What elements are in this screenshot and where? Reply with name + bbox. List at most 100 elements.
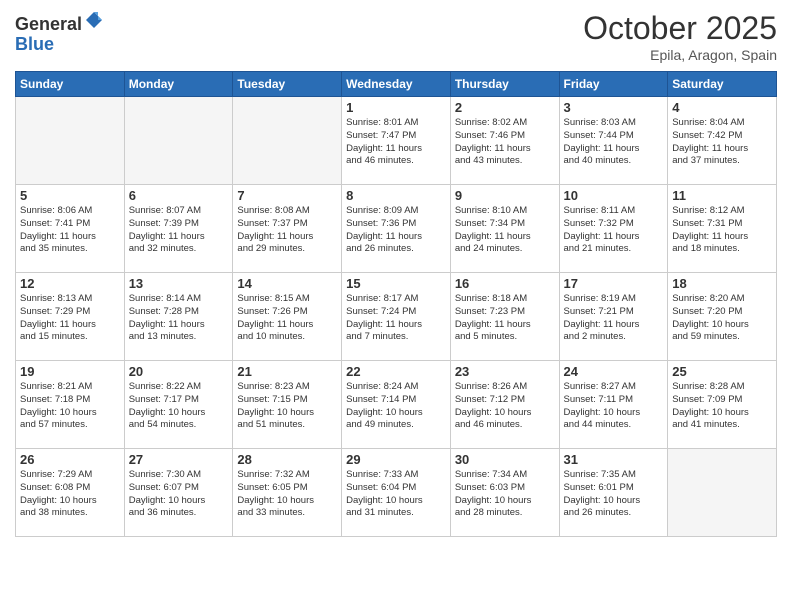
cell-0-5: 3 Sunrise: 8:03 AMSunset: 7:44 PMDaylight… <box>559 97 668 185</box>
day-number: 18 <box>672 276 772 291</box>
day-info: Sunrise: 8:22 AMSunset: 7:17 PMDaylight:… <box>129 381 229 432</box>
cell-1-6: 11 Sunrise: 8:12 AMSunset: 7:31 PMDayligh… <box>668 185 777 273</box>
day-number: 31 <box>564 452 664 467</box>
day-number: 14 <box>237 276 337 291</box>
logo-general-text: General <box>15 14 82 34</box>
cell-0-1 <box>124 97 233 185</box>
logo: General Blue <box>15 10 104 55</box>
cell-1-1: 6 Sunrise: 8:07 AMSunset: 7:39 PMDaylight… <box>124 185 233 273</box>
day-info: Sunrise: 8:21 AMSunset: 7:18 PMDaylight:… <box>20 381 120 432</box>
cell-2-1: 13 Sunrise: 8:14 AMSunset: 7:28 PMDayligh… <box>124 273 233 361</box>
day-number: 3 <box>564 100 664 115</box>
day-info: Sunrise: 8:18 AMSunset: 7:23 PMDaylight:… <box>455 293 555 344</box>
col-monday: Monday <box>124 72 233 97</box>
cell-4-0: 26 Sunrise: 7:29 AMSunset: 6:08 PMDayligh… <box>16 449 125 537</box>
day-number: 4 <box>672 100 772 115</box>
day-number: 8 <box>346 188 446 203</box>
cell-0-2 <box>233 97 342 185</box>
col-tuesday: Tuesday <box>233 72 342 97</box>
day-info: Sunrise: 8:12 AMSunset: 7:31 PMDaylight:… <box>672 205 772 256</box>
day-info: Sunrise: 8:09 AMSunset: 7:36 PMDaylight:… <box>346 205 446 256</box>
day-info: Sunrise: 8:01 AMSunset: 7:47 PMDaylight:… <box>346 117 446 168</box>
cell-1-2: 7Sunrise: 8:08 AMSunset: 7:37 PMDaylight… <box>233 185 342 273</box>
day-info: Sunrise: 8:24 AMSunset: 7:14 PMDaylight:… <box>346 381 446 432</box>
day-number: 23 <box>455 364 555 379</box>
cell-2-5: 17Sunrise: 8:19 AMSunset: 7:21 PMDayligh… <box>559 273 668 361</box>
col-thursday: Thursday <box>450 72 559 97</box>
calendar-page: General Blue October 2025 Epila, Aragon,… <box>0 0 792 612</box>
cell-3-6: 25Sunrise: 8:28 AMSunset: 7:09 PMDayligh… <box>668 361 777 449</box>
day-number: 17 <box>564 276 664 291</box>
day-number: 10 <box>564 188 664 203</box>
cell-4-2: 28Sunrise: 7:32 AMSunset: 6:05 PMDayligh… <box>233 449 342 537</box>
cell-1-0: 5 Sunrise: 8:06 AMSunset: 7:41 PMDaylight… <box>16 185 125 273</box>
day-info: Sunrise: 8:17 AMSunset: 7:24 PMDaylight:… <box>346 293 446 344</box>
day-number: 21 <box>237 364 337 379</box>
cell-3-3: 22 Sunrise: 8:24 AMSunset: 7:14 PMDayligh… <box>342 361 451 449</box>
day-info: Sunrise: 7:35 AMSunset: 6:01 PMDaylight:… <box>564 469 664 520</box>
day-info: Sunrise: 8:13 AMSunset: 7:29 PMDaylight:… <box>20 293 120 344</box>
day-info: Sunrise: 8:23 AMSunset: 7:15 PMDaylight:… <box>237 381 337 432</box>
day-info: Sunrise: 8:14 AMSunset: 7:28 PMDaylight:… <box>129 293 229 344</box>
logo-blue-text: Blue <box>15 35 104 55</box>
cell-0-0 <box>16 97 125 185</box>
col-friday: Friday <box>559 72 668 97</box>
day-number: 26 <box>20 452 120 467</box>
day-number: 25 <box>672 364 772 379</box>
day-number: 24 <box>564 364 664 379</box>
day-info: Sunrise: 8:15 AMSunset: 7:26 PMDaylight:… <box>237 293 337 344</box>
cell-4-3: 29 Sunrise: 7:33 AMSunset: 6:04 PMDayligh… <box>342 449 451 537</box>
day-number: 11 <box>672 188 772 203</box>
day-number: 27 <box>129 452 229 467</box>
cell-2-0: 12 Sunrise: 8:13 AMSunset: 7:29 PMDayligh… <box>16 273 125 361</box>
logo-icon <box>84 10 104 30</box>
calendar-table: Sunday Monday Tuesday Wednesday Thursday… <box>15 71 777 537</box>
day-info: Sunrise: 7:34 AMSunset: 6:03 PMDaylight:… <box>455 469 555 520</box>
day-number: 5 <box>20 188 120 203</box>
day-info: Sunrise: 8:20 AMSunset: 7:20 PMDaylight:… <box>672 293 772 344</box>
cell-2-6: 18 Sunrise: 8:20 AMSunset: 7:20 PMDayligh… <box>668 273 777 361</box>
day-info: Sunrise: 8:06 AMSunset: 7:41 PMDaylight:… <box>20 205 120 256</box>
cell-4-5: 31 Sunrise: 7:35 AMSunset: 6:01 PMDayligh… <box>559 449 668 537</box>
week-row-4: 26 Sunrise: 7:29 AMSunset: 6:08 PMDayligh… <box>16 449 777 537</box>
day-info: Sunrise: 7:29 AMSunset: 6:08 PMDaylight:… <box>20 469 120 520</box>
cell-0-6: 4 Sunrise: 8:04 AMSunset: 7:42 PMDaylight… <box>668 97 777 185</box>
location-subtitle: Epila, Aragon, Spain <box>583 47 777 63</box>
day-number: 1 <box>346 100 446 115</box>
title-block: October 2025 Epila, Aragon, Spain <box>583 10 777 63</box>
cell-2-4: 16 Sunrise: 8:18 AMSunset: 7:23 PMDayligh… <box>450 273 559 361</box>
cell-3-4: 23Sunrise: 8:26 AMSunset: 7:12 PMDayligh… <box>450 361 559 449</box>
cell-0-3: 1 Sunrise: 8:01 AMSunset: 7:47 PMDaylight… <box>342 97 451 185</box>
cell-3-2: 21 Sunrise: 8:23 AMSunset: 7:15 PMDayligh… <box>233 361 342 449</box>
calendar-header-row: Sunday Monday Tuesday Wednesday Thursday… <box>16 72 777 97</box>
day-number: 16 <box>455 276 555 291</box>
week-row-3: 19Sunrise: 8:21 AMSunset: 7:18 PMDayligh… <box>16 361 777 449</box>
day-info: Sunrise: 7:33 AMSunset: 6:04 PMDaylight:… <box>346 469 446 520</box>
day-info: Sunrise: 7:32 AMSunset: 6:05 PMDaylight:… <box>237 469 337 520</box>
month-title: October 2025 <box>583 10 777 47</box>
col-wednesday: Wednesday <box>342 72 451 97</box>
day-info: Sunrise: 7:30 AMSunset: 6:07 PMDaylight:… <box>129 469 229 520</box>
day-number: 13 <box>129 276 229 291</box>
day-number: 9 <box>455 188 555 203</box>
day-number: 20 <box>129 364 229 379</box>
day-number: 29 <box>346 452 446 467</box>
day-number: 22 <box>346 364 446 379</box>
cell-2-3: 15Sunrise: 8:17 AMSunset: 7:24 PMDayligh… <box>342 273 451 361</box>
day-number: 2 <box>455 100 555 115</box>
day-info: Sunrise: 8:02 AMSunset: 7:46 PMDaylight:… <box>455 117 555 168</box>
day-number: 6 <box>129 188 229 203</box>
day-info: Sunrise: 8:07 AMSunset: 7:39 PMDaylight:… <box>129 205 229 256</box>
cell-4-6 <box>668 449 777 537</box>
cell-3-0: 19Sunrise: 8:21 AMSunset: 7:18 PMDayligh… <box>16 361 125 449</box>
header: General Blue October 2025 Epila, Aragon,… <box>15 10 777 63</box>
day-info: Sunrise: 8:10 AMSunset: 7:34 PMDaylight:… <box>455 205 555 256</box>
day-info: Sunrise: 8:03 AMSunset: 7:44 PMDaylight:… <box>564 117 664 168</box>
cell-0-4: 2 Sunrise: 8:02 AMSunset: 7:46 PMDaylight… <box>450 97 559 185</box>
day-number: 12 <box>20 276 120 291</box>
cell-3-5: 24Sunrise: 8:27 AMSunset: 7:11 PMDayligh… <box>559 361 668 449</box>
day-info: Sunrise: 8:04 AMSunset: 7:42 PMDaylight:… <box>672 117 772 168</box>
week-row-2: 12 Sunrise: 8:13 AMSunset: 7:29 PMDayligh… <box>16 273 777 361</box>
day-number: 30 <box>455 452 555 467</box>
cell-1-5: 10Sunrise: 8:11 AMSunset: 7:32 PMDayligh… <box>559 185 668 273</box>
